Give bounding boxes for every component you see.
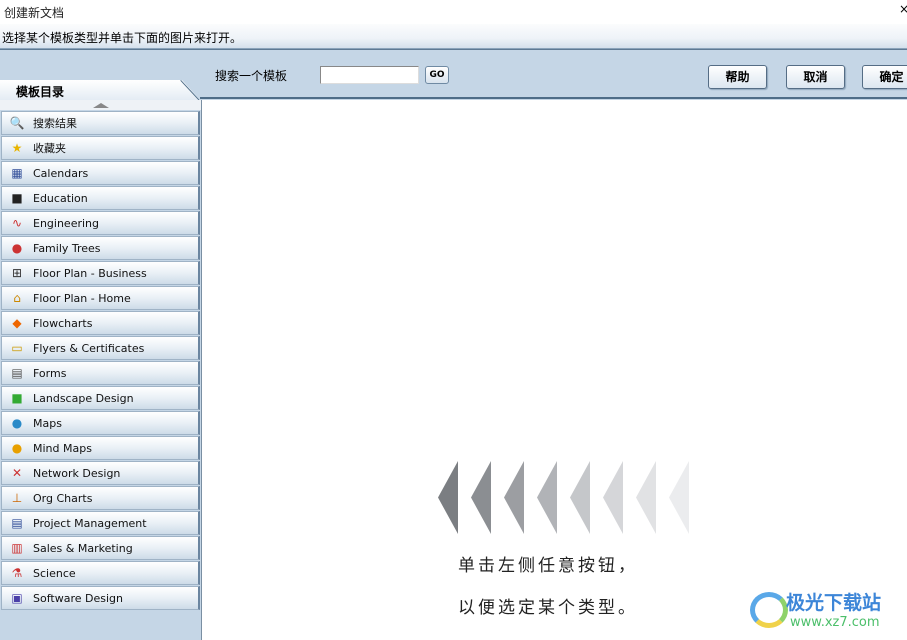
- sidebar-item[interactable]: ● Family Trees: [1, 236, 200, 260]
- circuit-icon: ∿: [11, 216, 23, 230]
- sidebar-item[interactable]: 🔍 搜索结果: [1, 111, 200, 135]
- certificate-icon: ▭: [11, 341, 23, 355]
- sidebar-item-label: Maps: [33, 416, 62, 430]
- watermark-logo-icon: [750, 592, 788, 628]
- house-icon: ⌂: [13, 291, 21, 305]
- sidebar-item-label: Forms: [33, 366, 67, 380]
- watermark: 极光下载站 www.xz7.com: [748, 588, 907, 638]
- scroll-up-button[interactable]: [0, 100, 201, 110]
- orgchart-icon: ⊥: [11, 491, 23, 505]
- hint-line-1: 单击左侧任意按钮，: [458, 556, 638, 576]
- sidebar: 🔍 搜索结果 ★ 收藏夹 ▦ Calendars ■ Education ∿ Engineerin…: [0, 100, 202, 640]
- instruction-text: 选择某个模板类型并单击下面的图片来打开。: [2, 31, 243, 45]
- search-input[interactable]: [320, 66, 419, 84]
- sidebar-item-label: Mind Maps: [33, 441, 92, 455]
- sidebar-item[interactable]: ▥ Sales & Marketing: [1, 536, 200, 560]
- sidebar-item[interactable]: ■ Education: [1, 186, 200, 210]
- sidebar-item-label: 收藏夹: [33, 142, 66, 155]
- close-button[interactable]: ×: [899, 2, 907, 16]
- landscape-icon: ■: [11, 391, 23, 405]
- go-button[interactable]: GO: [425, 66, 449, 84]
- toolbar: 模板目录 搜索一个模板 GO 帮助 取消 确定: [0, 49, 907, 101]
- sidebar-item[interactable]: ▣ Software Design: [1, 586, 200, 610]
- title-bar: 创建新文档 ×: [0, 0, 907, 24]
- search-icon: 🔍: [9, 116, 25, 130]
- sidebar-item[interactable]: ⊥ Org Charts: [1, 486, 200, 510]
- sidebar-item[interactable]: ⚗ Science: [1, 561, 200, 585]
- sidebar-item[interactable]: ● Mind Maps: [1, 436, 200, 460]
- sidebar-item-label: 搜索结果: [33, 117, 77, 130]
- mindmap-icon: ●: [11, 441, 23, 455]
- sidebar-item-label: Network Design: [33, 466, 121, 480]
- sidebar-item-label: Flyers & Certificates: [33, 341, 145, 355]
- cancel-button[interactable]: 取消: [786, 65, 845, 89]
- calendar-icon: ▦: [11, 166, 23, 180]
- floppy-icon: ▣: [11, 591, 23, 605]
- sidebar-item-label: Calendars: [33, 166, 89, 180]
- sidebar-item-label: Science: [33, 566, 76, 580]
- instruction-bar: 选择某个模板类型并单击下面的图片来打开。: [0, 24, 907, 49]
- floorplan-icon: ⊞: [11, 266, 23, 280]
- watermark-url: www.xz7.com: [790, 615, 880, 630]
- people-icon: ●: [11, 241, 23, 255]
- hint-line-2: 以便选定某个类型。: [458, 598, 638, 618]
- search-label: 搜索一个模板: [215, 69, 288, 83]
- sidebar-item-label: Landscape Design: [33, 391, 134, 405]
- blackboard-icon: ■: [11, 191, 23, 205]
- star-icon: ★: [11, 141, 23, 155]
- sidebar-item-label: Project Management: [33, 516, 147, 530]
- ok-button[interactable]: 确定: [862, 65, 907, 89]
- sidebar-item[interactable]: ▭ Flyers & Certificates: [1, 336, 200, 360]
- sidebar-item[interactable]: ∿ Engineering: [1, 211, 200, 235]
- sidebar-item[interactable]: ▤ Forms: [1, 361, 200, 385]
- sidebar-item-label: Org Charts: [33, 491, 93, 505]
- sidebar-item[interactable]: ✕ Network Design: [1, 461, 200, 485]
- sidebar-item[interactable]: ● Maps: [1, 411, 200, 435]
- sidebar-item-label: Sales & Marketing: [33, 541, 133, 555]
- sidebar-item[interactable]: ⊞ Floor Plan - Business: [1, 261, 200, 285]
- sidebar-item-label: Software Design: [33, 591, 123, 605]
- sidebar-item[interactable]: ■ Landscape Design: [1, 386, 200, 410]
- globe-icon: ●: [11, 416, 23, 430]
- help-button[interactable]: 帮助: [708, 65, 767, 89]
- network-icon: ✕: [11, 466, 23, 480]
- flowchart-icon: ◆: [12, 316, 22, 330]
- sidebar-item-label: Floor Plan - Business: [33, 266, 147, 280]
- tab-label: 模板目录: [16, 85, 65, 99]
- sidebar-item[interactable]: ▤ Project Management: [1, 511, 200, 535]
- sidebar-item[interactable]: ★ 收藏夹: [1, 136, 200, 160]
- sidebar-item-label: Family Trees: [33, 241, 101, 255]
- flask-icon: ⚗: [11, 566, 23, 580]
- sidebar-item-label: Flowcharts: [33, 316, 93, 330]
- barchart-icon: ▥: [11, 541, 23, 555]
- arrow-up-icon: [93, 103, 109, 108]
- window-title: 创建新文档: [4, 6, 65, 20]
- watermark-name: 极光下载站: [786, 592, 882, 614]
- sidebar-item[interactable]: ◆ Flowcharts: [1, 311, 200, 335]
- sidebar-item-label: Floor Plan - Home: [33, 291, 131, 305]
- project-icon: ▤: [11, 516, 23, 530]
- sidebar-item[interactable]: ▦ Calendars: [1, 161, 200, 185]
- tab-template-catalog[interactable]: 模板目录: [0, 80, 200, 100]
- form-icon: ▤: [11, 366, 23, 380]
- sidebar-item-label: Engineering: [33, 216, 99, 230]
- divider: [200, 97, 907, 99]
- sidebar-item-label: Education: [33, 191, 88, 205]
- sidebar-item[interactable]: ⌂ Floor Plan - Home: [1, 286, 200, 310]
